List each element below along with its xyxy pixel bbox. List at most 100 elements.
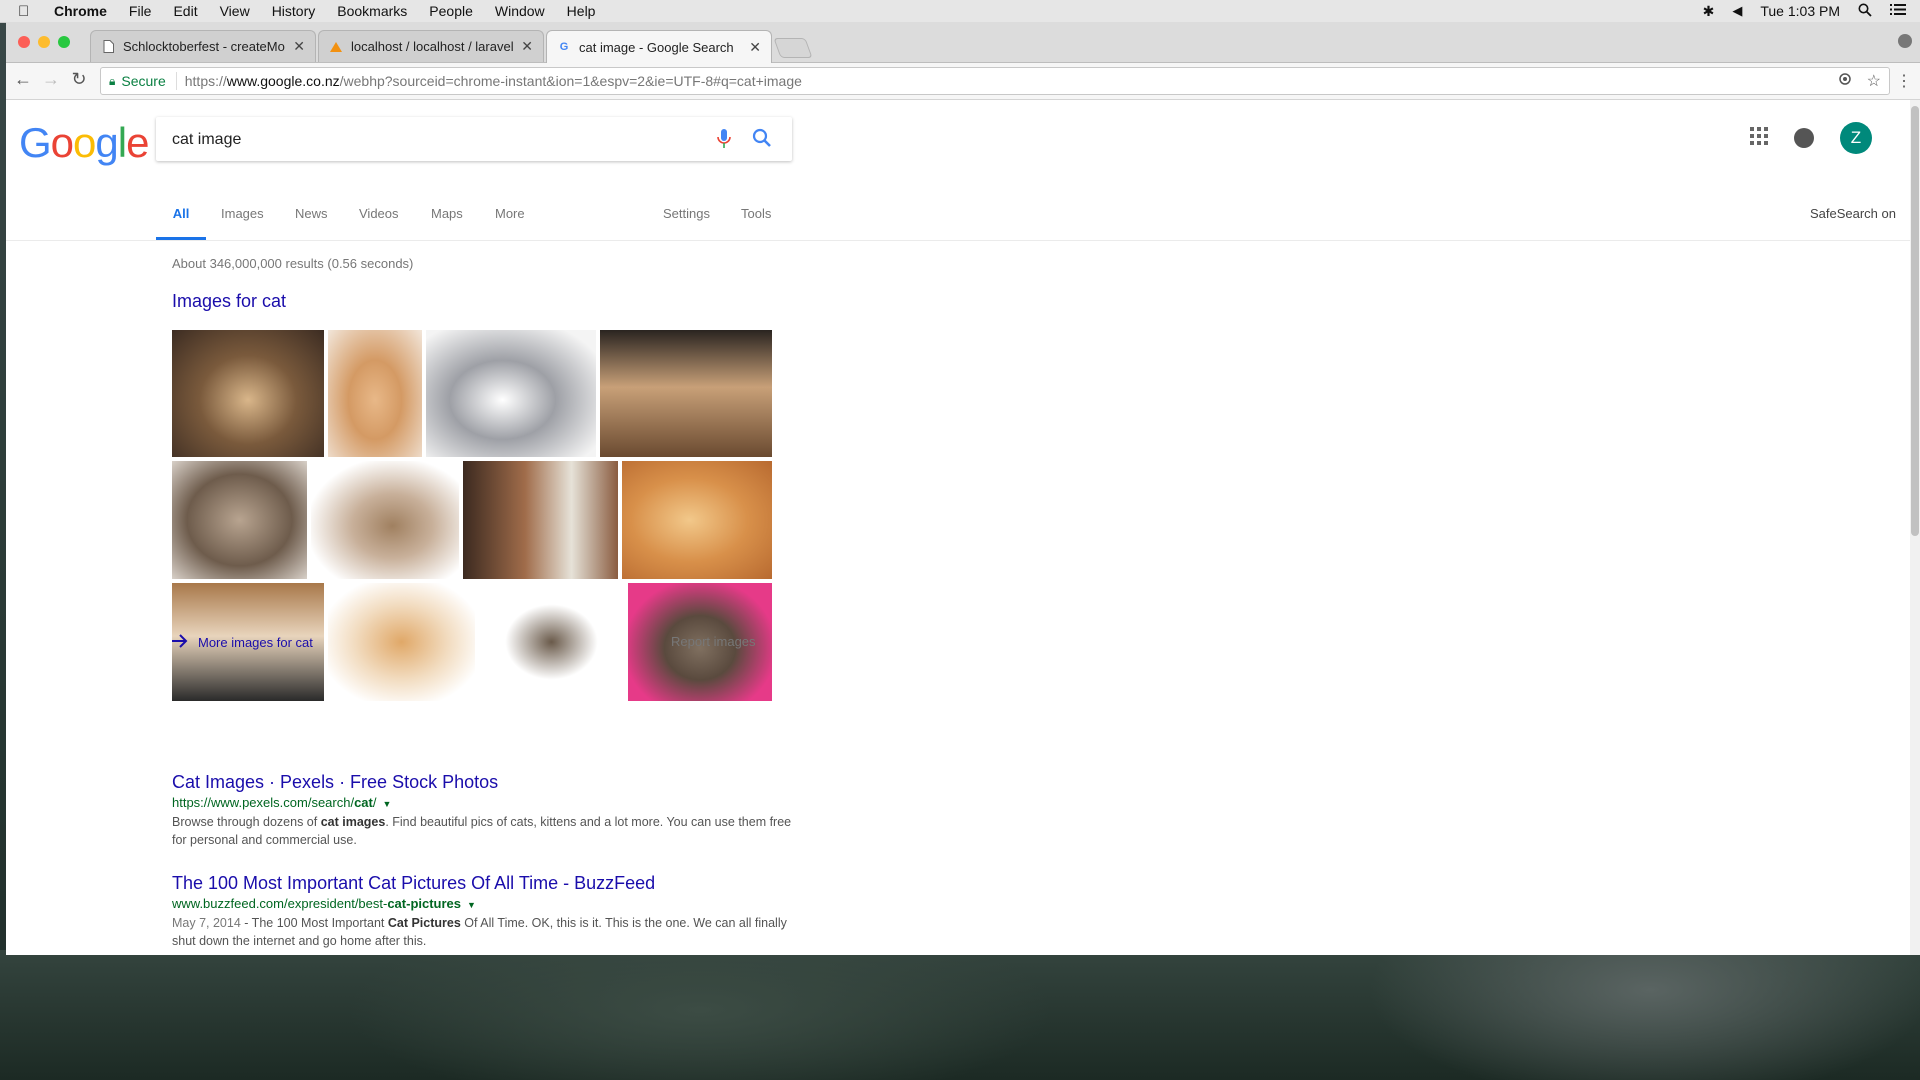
volume-icon[interactable]: ◀: [1732, 3, 1742, 19]
microphone-icon[interactable]: [716, 128, 732, 155]
menu-file[interactable]: File: [129, 3, 152, 19]
avatar[interactable]: Z: [1840, 122, 1872, 154]
address-bar[interactable]: 🔒︎ Secure https:// www.google.co.nz /web…: [100, 67, 1890, 95]
cat-image-thumbnail[interactable]: [479, 583, 624, 701]
tab-title: Schlocktoberfest - createMov: [123, 39, 286, 54]
apple-icon[interactable]: : [18, 3, 36, 20]
more-images-label: More images for cat: [198, 635, 313, 650]
images-heading[interactable]: Images for cat: [172, 291, 286, 312]
tab-google-search[interactable]: G cat image - Google Search ✕: [546, 30, 772, 63]
cat-image-thumbnail[interactable]: [328, 583, 475, 701]
tab-schlocktoberfest[interactable]: Schlocktoberfest - createMov ✕: [90, 30, 316, 62]
menu-window[interactable]: Window: [495, 3, 545, 19]
result-url: https://www.pexels.com/search/cat/ ▼: [172, 794, 792, 813]
tab-title: localhost / localhost / laravel_s: [351, 39, 514, 54]
result-title-link[interactable]: The 100 Most Important Cat Pictures Of A…: [172, 872, 792, 894]
clock[interactable]: Tue 1:03 PM: [1760, 3, 1840, 19]
new-tab-button[interactable]: [773, 38, 813, 58]
cat-image-thumbnail[interactable]: [172, 461, 307, 579]
google-favicon-icon: G: [559, 41, 569, 53]
safesearch-status[interactable]: SafeSearch on: [1810, 194, 1896, 234]
location-icon[interactable]: [1837, 71, 1853, 91]
google-logo[interactable]: Google: [19, 119, 149, 167]
tab-videos[interactable]: Videos: [359, 194, 399, 240]
close-window-button[interactable]: [18, 36, 30, 48]
menu-bookmarks[interactable]: Bookmarks: [337, 3, 407, 19]
tab-more[interactable]: More: [495, 194, 525, 240]
browser-toolbar: ← → ↻ 🔒︎ Secure https:// www.google.co.n…: [6, 63, 1920, 100]
result-snippet: Browse through dozens of cat images. Fin…: [172, 813, 792, 849]
desktop-wallpaper: [0, 950, 1920, 1080]
tab-strip: Schlocktoberfest - createMov ✕ localhost…: [6, 22, 1920, 63]
separator: [175, 72, 177, 90]
cat-image-thumbnail[interactable]: [172, 330, 324, 457]
phpmyadmin-icon: [329, 40, 343, 54]
spotlight-search-icon[interactable]: [1858, 3, 1872, 20]
menu-app-name[interactable]: Chrome: [54, 3, 107, 19]
tab-all[interactable]: All: [156, 194, 206, 240]
search-input[interactable]: [170, 128, 694, 152]
snippet-text: Browse through dozens of: [172, 815, 321, 829]
dropdown-caret-icon[interactable]: ▼: [383, 799, 392, 809]
url-text: https://www.pexels.com/search/: [172, 795, 355, 810]
result-title-link[interactable]: Cat Images · Pexels · Free Stock Photos: [172, 771, 792, 793]
tab-maps[interactable]: Maps: [431, 194, 463, 240]
menu-view[interactable]: View: [220, 3, 250, 19]
forward-icon[interactable]: →: [40, 69, 62, 90]
search-result: Cat Images · Pexels · Free Stock Photos …: [172, 771, 792, 849]
cat-image-thumbnail[interactable]: [311, 461, 459, 579]
tab-tools[interactable]: Tools: [741, 194, 771, 240]
result-date: May 7, 2014: [172, 916, 241, 930]
cat-image-thumbnail[interactable]: [426, 330, 596, 457]
lock-icon: 🔒︎: [109, 73, 116, 88]
snippet-bold: cat images: [320, 815, 386, 829]
browser-window: Schlocktoberfest - createMov ✕ localhost…: [6, 22, 1920, 955]
menu-help[interactable]: Help: [567, 3, 596, 19]
search-box: [156, 117, 792, 161]
cat-image-thumbnail[interactable]: [328, 330, 422, 457]
url-path: /webhp?sourceid=chrome-instant&ion=1&esp…: [339, 73, 802, 89]
cat-image-thumbnail[interactable]: [622, 461, 772, 579]
snippet-bold: Cat Pictures: [387, 916, 461, 930]
menu-edit[interactable]: Edit: [173, 3, 197, 19]
secure-label: Secure: [121, 73, 166, 89]
tab-title: cat image - Google Search: [579, 39, 734, 55]
zoom-window-button[interactable]: [58, 36, 70, 48]
report-images-link[interactable]: Report images: [671, 634, 756, 649]
notification-center-icon[interactable]: [1890, 3, 1906, 19]
bookmark-star-icon[interactable]: ☆: [1867, 71, 1881, 91]
url-bold-text: cat-pictures: [387, 896, 462, 911]
search-icon[interactable]: [752, 128, 772, 153]
reload-icon[interactable]: ↻: [68, 69, 90, 90]
close-tab-icon[interactable]: ✕: [749, 39, 761, 56]
chrome-menu-icon[interactable]: ⋮: [1896, 71, 1912, 91]
cat-image-thumbnail[interactable]: [600, 330, 772, 457]
bluetooth-icon[interactable]: ✱: [1703, 3, 1715, 20]
url-bold-text: cat: [354, 795, 373, 810]
more-images-link[interactable]: More images for cat: [172, 634, 313, 651]
dropdown-caret-icon[interactable]: ▼: [467, 900, 476, 910]
menu-history[interactable]: History: [272, 3, 316, 19]
google-results-page: Google Z All Images: [6, 100, 1920, 955]
scrollbar-thumb[interactable]: [1911, 106, 1919, 536]
notifications-icon[interactable]: [1794, 128, 1814, 148]
apps-grid-icon[interactable]: [1750, 126, 1768, 150]
url-text: /: [372, 795, 377, 810]
result-snippet: May 7, 2014 - The 100 Most Important Cat…: [172, 914, 792, 950]
url-host: www.google.co.nz: [226, 73, 340, 89]
menu-bar:  Chrome File Edit View History Bookmark…: [0, 0, 1920, 23]
document-icon: [101, 40, 115, 54]
close-tab-icon[interactable]: ✕: [293, 38, 305, 55]
search-tabs: All Images News Videos Maps More Setting…: [6, 194, 1920, 241]
menu-people[interactable]: People: [429, 3, 473, 19]
back-icon[interactable]: ←: [12, 69, 34, 90]
tab-images[interactable]: Images: [221, 194, 264, 240]
tab-news[interactable]: News: [295, 194, 328, 240]
close-tab-icon[interactable]: ✕: [521, 38, 533, 55]
minimize-window-button[interactable]: [38, 36, 50, 48]
tab-phpmyadmin[interactable]: localhost / localhost / laravel_s ✕: [318, 30, 544, 62]
cat-image-thumbnail[interactable]: [463, 461, 618, 579]
profile-icon[interactable]: [1898, 34, 1912, 48]
tab-settings[interactable]: Settings: [663, 194, 710, 240]
result-stats: About 346,000,000 results (0.56 seconds): [172, 256, 414, 271]
